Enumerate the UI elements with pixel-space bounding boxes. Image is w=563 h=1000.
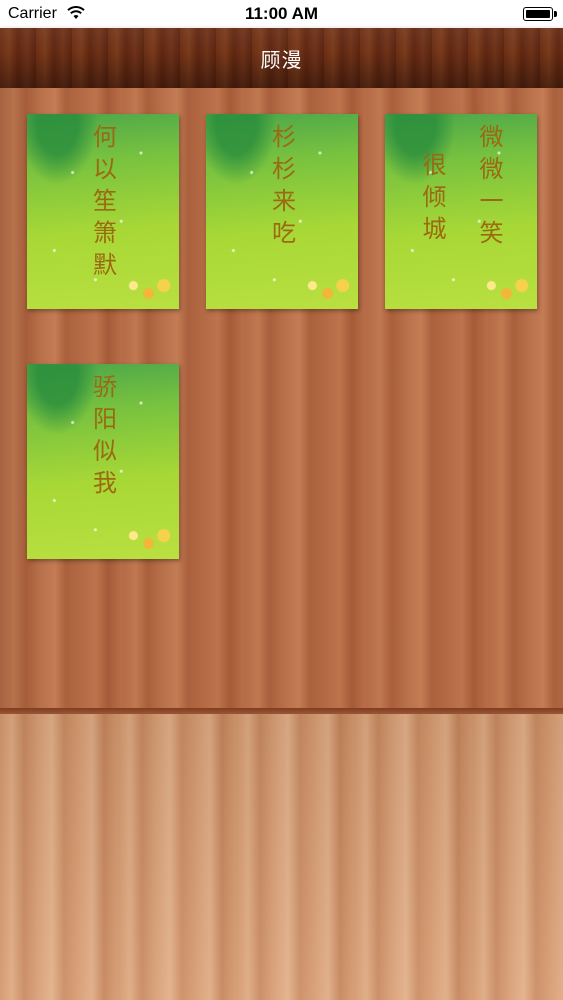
book-title-column: 何以笙箫默	[88, 124, 117, 284]
nav-title: 顾漫	[260, 48, 303, 72]
book-title-column: 骄阳似我	[88, 374, 117, 502]
book-title: 微微一笑 很倾城	[385, 124, 537, 299]
nav-bar: 顾漫	[0, 28, 563, 90]
shelf-floor	[0, 714, 563, 1000]
status-bar: Carrier 11:00 AM	[0, 0, 563, 28]
status-time: 11:00 AM	[244, 4, 319, 23]
book-cover[interactable]: 杉杉来吃	[206, 114, 358, 309]
book-title: 骄阳似我	[27, 374, 179, 549]
book-cover[interactable]: 微微一笑 很倾城	[385, 114, 537, 309]
battery-icon	[523, 7, 557, 21]
book-title-column: 杉杉来吃	[267, 124, 296, 252]
book-title-column: 微微一笑	[475, 124, 503, 252]
book-cover[interactable]: 骄阳似我	[27, 364, 179, 559]
book-title-column: 很倾城	[418, 152, 446, 248]
book-title: 何以笙箫默	[27, 124, 179, 299]
book-cover[interactable]: 何以笙箫默	[27, 114, 179, 309]
book-title: 杉杉来吃	[206, 124, 358, 299]
